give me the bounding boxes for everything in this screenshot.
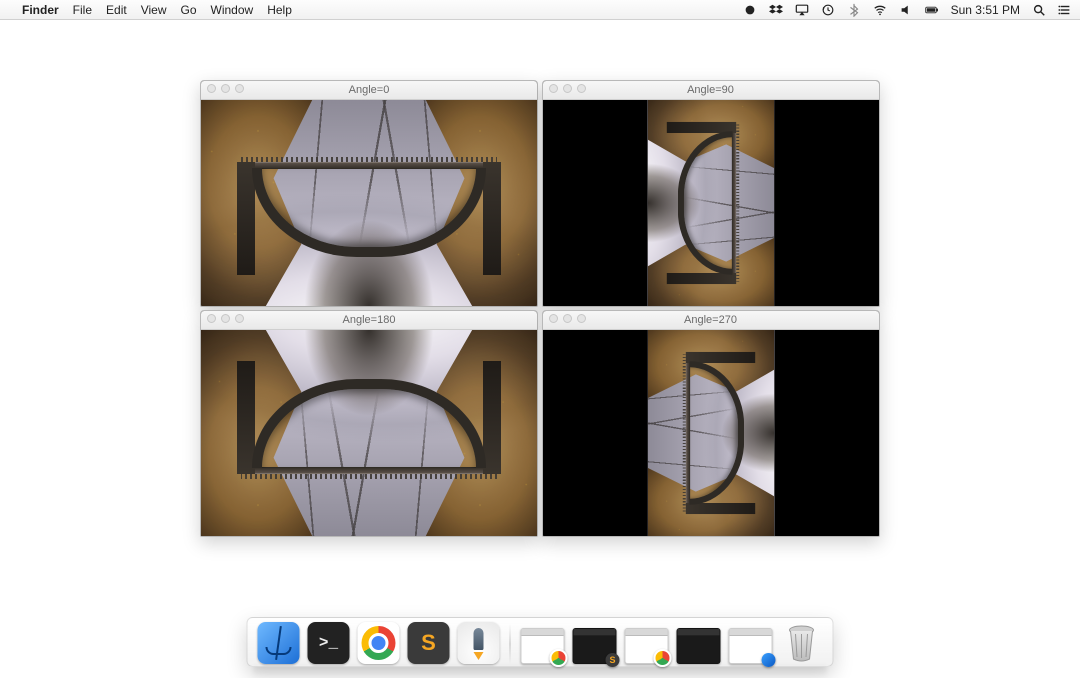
traffic-lights[interactable] bbox=[549, 314, 586, 323]
zoom-icon[interactable] bbox=[235, 84, 244, 93]
status-dot-icon[interactable] bbox=[743, 3, 757, 17]
window-angle-0[interactable]: Angle=0 bbox=[200, 80, 538, 307]
close-icon[interactable] bbox=[207, 84, 216, 93]
image-viewport bbox=[543, 330, 879, 536]
window-title: Angle=90 bbox=[687, 84, 734, 96]
dock-minimized-window[interactable] bbox=[729, 628, 773, 664]
bridge-scene bbox=[647, 100, 773, 306]
sublime-icon: S bbox=[606, 653, 620, 667]
menubar-clock[interactable]: Sun 3:51 PM bbox=[951, 3, 1020, 17]
titlebar[interactable]: Angle=0 bbox=[201, 81, 537, 100]
menubar-app-name[interactable]: Finder bbox=[22, 3, 59, 17]
traffic-lights[interactable] bbox=[207, 84, 244, 93]
finder-icon bbox=[762, 653, 776, 667]
menu-file[interactable]: File bbox=[73, 3, 92, 17]
minimize-icon[interactable] bbox=[563, 84, 572, 93]
notification-center-icon[interactable] bbox=[1058, 3, 1072, 17]
dropbox-icon[interactable] bbox=[769, 3, 783, 17]
traffic-lights[interactable] bbox=[549, 84, 586, 93]
minimize-icon[interactable] bbox=[563, 314, 572, 323]
minimize-icon[interactable] bbox=[221, 314, 230, 323]
zoom-icon[interactable] bbox=[577, 84, 586, 93]
menu-help[interactable]: Help bbox=[267, 3, 292, 17]
titlebar[interactable]: Angle=180 bbox=[201, 311, 537, 330]
zoom-icon[interactable] bbox=[577, 314, 586, 323]
menu-edit[interactable]: Edit bbox=[106, 3, 127, 17]
dock-minimized-window[interactable]: S bbox=[573, 628, 617, 664]
dock-app-finder[interactable] bbox=[258, 622, 300, 664]
spotlight-icon[interactable] bbox=[1032, 3, 1046, 17]
image-viewport bbox=[201, 330, 537, 536]
dock-trash[interactable] bbox=[781, 622, 823, 664]
window-angle-270[interactable]: Angle=270 bbox=[542, 310, 880, 537]
window-title: Angle=270 bbox=[684, 314, 737, 326]
window-angle-90[interactable]: Angle=90 bbox=[542, 80, 880, 307]
dock: S bbox=[247, 617, 834, 667]
window-grid: Angle=0 Angle=90 Ang bbox=[200, 80, 880, 537]
volume-icon[interactable] bbox=[899, 3, 913, 17]
bridge-scene bbox=[201, 100, 537, 306]
menu-window[interactable]: Window bbox=[211, 3, 254, 17]
menubar-left: Finder File Edit View Go Window Help bbox=[8, 3, 292, 17]
window-angle-180[interactable]: Angle=180 bbox=[200, 310, 538, 537]
menubar: Finder File Edit View Go Window Help Sun… bbox=[0, 0, 1080, 20]
bridge-scene bbox=[201, 330, 537, 536]
dock-app-terminal[interactable] bbox=[308, 622, 350, 664]
dock-minimized-window[interactable] bbox=[625, 628, 669, 664]
image-viewport bbox=[543, 100, 879, 306]
menu-view[interactable]: View bbox=[141, 3, 167, 17]
dock-minimized-window[interactable] bbox=[521, 628, 565, 664]
dock-app-sublime[interactable] bbox=[408, 622, 450, 664]
traffic-lights[interactable] bbox=[207, 314, 244, 323]
menubar-right: Sun 3:51 PM bbox=[743, 3, 1072, 17]
dock-app-launcher[interactable] bbox=[458, 622, 500, 664]
close-icon[interactable] bbox=[549, 314, 558, 323]
titlebar[interactable]: Angle=270 bbox=[543, 311, 879, 330]
battery-icon[interactable] bbox=[925, 3, 939, 17]
bluetooth-icon[interactable] bbox=[847, 3, 861, 17]
dock-minimized-window[interactable] bbox=[677, 628, 721, 664]
dock-shelf: S bbox=[247, 617, 834, 667]
titlebar[interactable]: Angle=90 bbox=[543, 81, 879, 100]
menu-go[interactable]: Go bbox=[181, 3, 197, 17]
close-icon[interactable] bbox=[207, 314, 216, 323]
window-title: Angle=0 bbox=[349, 84, 390, 96]
timemachine-icon[interactable] bbox=[821, 3, 835, 17]
image-viewport bbox=[201, 100, 537, 306]
close-icon[interactable] bbox=[549, 84, 558, 93]
dock-separator bbox=[510, 624, 511, 664]
wifi-icon[interactable] bbox=[873, 3, 887, 17]
chrome-icon bbox=[654, 649, 672, 667]
chrome-icon bbox=[550, 649, 568, 667]
bridge-scene bbox=[647, 330, 773, 536]
minimize-icon[interactable] bbox=[221, 84, 230, 93]
airplay-icon[interactable] bbox=[795, 3, 809, 17]
window-title: Angle=180 bbox=[343, 314, 396, 326]
dock-app-chrome[interactable] bbox=[358, 622, 400, 664]
zoom-icon[interactable] bbox=[235, 314, 244, 323]
